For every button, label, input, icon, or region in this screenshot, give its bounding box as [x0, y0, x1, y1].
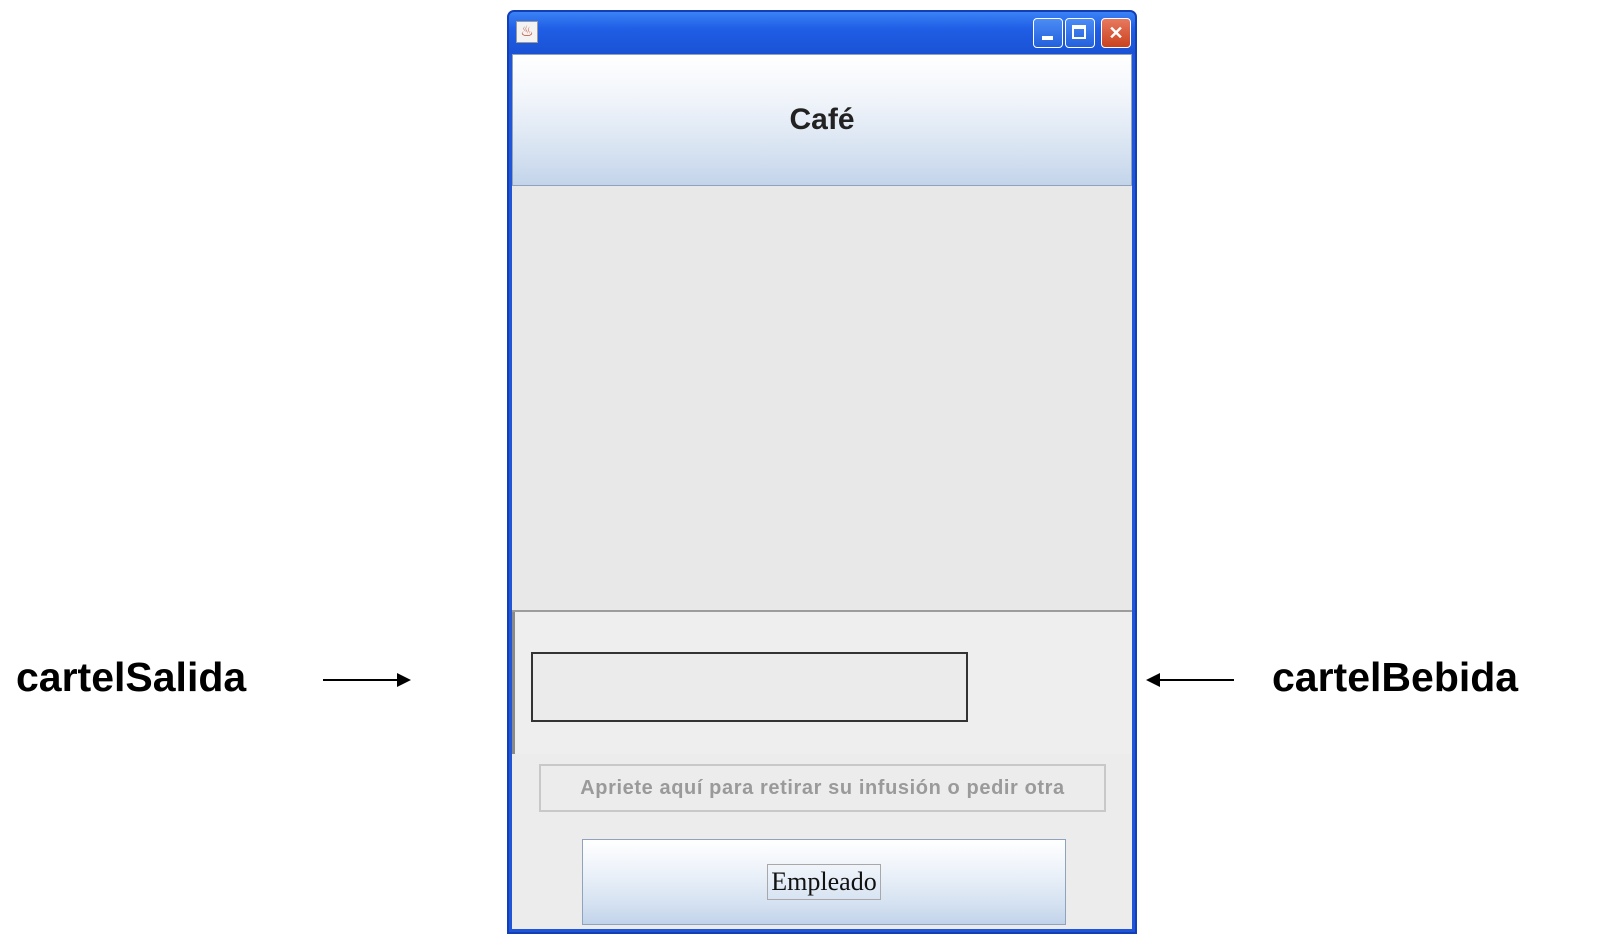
maximize-button[interactable] — [1065, 18, 1095, 48]
annotation-cartel-salida: cartelSalida — [16, 654, 247, 700]
empleado-button[interactable]: Empleado — [582, 839, 1066, 925]
close-icon: ✕ — [1108, 23, 1124, 43]
cartel-bebida-panel — [512, 186, 1132, 612]
empleado-button-label: Empleado — [767, 864, 881, 900]
java-icon[interactable]: ♨ — [516, 21, 538, 43]
retirar-button[interactable]: Apriete aquí para retirar su infusión o … — [539, 764, 1106, 812]
retirar-button-label: Apriete aquí para retirar su infusión o … — [580, 776, 1065, 799]
cafe-button[interactable]: Café — [512, 54, 1132, 186]
annotation-cartel-bebida: cartelBebida — [1272, 654, 1519, 700]
annotation-arrow-right — [323, 673, 411, 687]
cafe-button-label: Café — [789, 103, 855, 136]
cartel-salida-field — [531, 652, 968, 722]
minimize-icon — [1042, 36, 1053, 40]
app-window: ♨ ✕ Café Apriete aquí para retirar su in… — [507, 10, 1137, 934]
minimize-button[interactable] — [1033, 18, 1063, 48]
title-bar[interactable]: ♨ ✕ — [509, 12, 1135, 54]
annotation-arrow-left — [1146, 673, 1234, 687]
maximize-icon — [1072, 25, 1086, 39]
output-panel — [512, 612, 1132, 754]
close-button[interactable]: ✕ — [1101, 18, 1131, 48]
window-content: Café Apriete aquí para retirar su infusi… — [512, 54, 1132, 929]
screenshot-canvas: cartelSalida cartelBebida ♨ ✕ Café Aprie… — [0, 0, 1598, 952]
